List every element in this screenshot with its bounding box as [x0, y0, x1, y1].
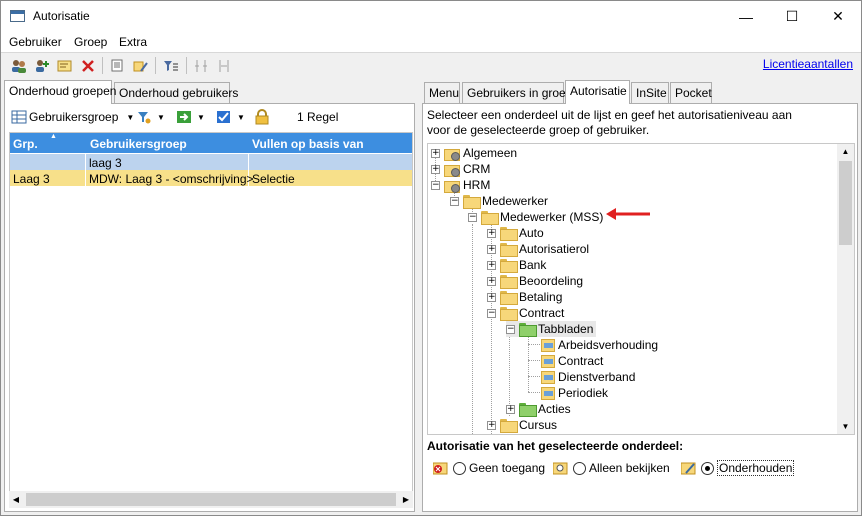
chevron-down-icon: ▼ [157, 112, 165, 122]
tree-node-contract[interactable]: − Contract [487, 305, 564, 321]
license-link[interactable]: Licentieaantallen [763, 57, 853, 71]
tree-node-hrm[interactable]: − HRM [431, 177, 490, 193]
tree-node-periodiek[interactable]: Periodiek [541, 385, 608, 401]
tree-node-bank[interactable]: + Bank [487, 257, 546, 273]
chevron-down-icon: ▼ [237, 112, 245, 122]
column-header-grp[interactable]: Grp. [13, 137, 38, 151]
tab-pocket[interactable]: Pocket [670, 82, 712, 103]
filter-icon[interactable] [162, 57, 180, 74]
menu-gebruiker[interactable]: Gebruiker [9, 35, 62, 49]
left-toolbar: Gebruikersgroep ▼ ▼ ▼ ▼ 1 Regel [5, 104, 414, 130]
tree-node-betaling[interactable]: + Betaling [487, 289, 562, 305]
tree-node-medewerker[interactable]: − Medewerker [450, 193, 548, 209]
scroll-thumb[interactable] [26, 493, 396, 506]
filter-icon [138, 112, 151, 124]
cell-gebruikersgroep: MDW: Laag 3 - <omschrijving> [89, 172, 254, 186]
right-panel: Selecteer een onderdeel uit de lijst en … [422, 103, 858, 512]
add-user-icon[interactable] [33, 57, 51, 74]
right-tabs: Menu Gebruikers in groep Autorisatie InS… [422, 80, 858, 104]
view-icon [553, 462, 568, 474]
menu-bar: Gebruiker Groep Extra [1, 32, 861, 52]
no-access-icon [433, 462, 448, 474]
tree-node-tabbladen[interactable]: − Tabbladen [506, 321, 597, 337]
scroll-thumb[interactable] [839, 161, 852, 245]
main-toolbar: Licentieaantallen [1, 52, 861, 77]
edit-rights-icon[interactable] [132, 57, 150, 74]
menu-groep[interactable]: Groep [74, 35, 107, 49]
group-button[interactable]: Gebruikersgroep ▼ [11, 108, 134, 126]
window-title: Autorisatie [33, 9, 90, 23]
tree-node-auto[interactable]: + Auto [487, 225, 544, 241]
grid-icon [11, 110, 27, 124]
collapse-icon[interactable] [193, 57, 211, 74]
close-button[interactable]: ✕ [815, 1, 861, 32]
filter-cell-gebruikersgroep[interactable]: laag 3 [89, 156, 122, 170]
authorization-label: Autorisatie van het geselecteerde onderd… [427, 439, 684, 453]
users-icon[interactable] [10, 57, 28, 74]
left-tabs: Onderhoud groepen Onderhoud gebruikers [4, 80, 415, 104]
cell-vullen: Selectie [252, 172, 295, 186]
tree-node-crm[interactable]: + CRM [431, 161, 490, 177]
tree-scrollbar[interactable]: ▲ ▼ [837, 144, 854, 434]
expand-icon[interactable] [216, 57, 234, 74]
column-header-gebruikersgroep[interactable]: Gebruikersgroep [90, 137, 187, 151]
column-header-vullen[interactable]: Vullen op basis van [252, 137, 364, 151]
radio-onderhouden[interactable]: Onderhouden [681, 459, 795, 477]
instruction-text: Selecteer een onderdeel uit de lijst en … [427, 108, 792, 137]
tab-gebruikers-in-groep[interactable]: Gebruikers in groep [462, 82, 572, 103]
horizontal-scrollbar[interactable]: ◀ ▶ [9, 491, 413, 508]
filter-dropdown[interactable]: ▼ [136, 108, 165, 126]
filter-row[interactable]: laag 3 [10, 154, 412, 170]
delete-icon[interactable] [79, 57, 97, 74]
menu-extra[interactable]: Extra [119, 35, 147, 49]
maximize-button[interactable]: ☐ [769, 1, 815, 32]
title-bar: Autorisatie — ☐ ✕ [1, 1, 861, 32]
table-row[interactable]: Laag 3 MDW: Laag 3 - <omschrijving> Sele… [10, 170, 412, 186]
arrow-right-icon [177, 111, 191, 123]
tree-node-acties[interactable]: + Acties [506, 401, 571, 417]
edit-icon [681, 462, 696, 474]
tree-node-medewerker-mss[interactable]: − Medewerker (MSS) [468, 209, 603, 225]
tab-onderhoud-groepen[interactable]: Onderhoud groepen [4, 80, 116, 104]
minimize-button[interactable]: — [723, 1, 769, 32]
sort-up-icon: ▲ [50, 133, 57, 140]
app-icon [10, 10, 25, 22]
tree-node-beoordeling[interactable]: + Beoordeling [487, 273, 583, 289]
authorization-tree: + Algemeen + CRM − HRM − Medewerker − Medewer… [427, 143, 855, 435]
row-count: 1 Regel [297, 110, 339, 124]
tree-node-arbeidsverhouding[interactable]: Arbeidsverhouding [541, 337, 658, 353]
checkbox-icon [217, 111, 230, 123]
tab-autorisatie[interactable]: Autorisatie [565, 80, 630, 104]
scroll-right-icon[interactable]: ▶ [399, 495, 413, 504]
scroll-left-icon[interactable]: ◀ [9, 495, 23, 504]
tree-node-dienstverband[interactable]: Dienstverband [541, 369, 635, 385]
left-panel: Gebruikersgroep ▼ ▼ ▼ ▼ 1 Regel Grp. ▲ G… [4, 103, 415, 512]
groups-grid: Grp. ▲ Gebruikersgroep Vullen op basis v… [9, 132, 413, 492]
tab-menu[interactable]: Menu [424, 82, 460, 103]
tree-node-autorisatierol[interactable]: + Autorisatierol [487, 241, 589, 257]
window: Autorisatie — ☐ ✕ Gebruiker Groep Extra … [0, 0, 862, 516]
tree-node-contract-tab[interactable]: Contract [541, 353, 603, 369]
tab-onderhoud-gebruikers[interactable]: Onderhoud gebruikers [114, 82, 238, 103]
radio-alleen-bekijken[interactable]: Alleen bekijken [553, 459, 670, 477]
go-dropdown[interactable]: ▼ [176, 108, 205, 126]
check-dropdown[interactable]: ▼ [216, 108, 245, 126]
red-arrow-icon [606, 208, 650, 220]
scroll-down-icon[interactable]: ▼ [837, 422, 854, 431]
lock-icon[interactable] [254, 108, 270, 126]
grid-header: Grp. ▲ Gebruikersgroep Vullen op basis v… [10, 133, 412, 153]
tab-insite[interactable]: InSite [631, 82, 669, 103]
tree-node-cursus[interactable]: + Cursus [487, 417, 557, 433]
group-button-label: Gebruikersgroep [29, 110, 119, 124]
tree-node-algemeen[interactable]: + Algemeen [431, 145, 517, 161]
chevron-down-icon: ▼ [197, 112, 205, 122]
chevron-down-icon: ▼ [126, 112, 135, 122]
edit-card-icon[interactable] [56, 57, 74, 74]
scroll-up-icon[interactable]: ▲ [837, 147, 854, 156]
cell-grp: Laag 3 [13, 172, 50, 186]
copy-icon[interactable] [109, 57, 127, 74]
radio-geen-toegang[interactable]: Geen toegang [433, 459, 545, 477]
